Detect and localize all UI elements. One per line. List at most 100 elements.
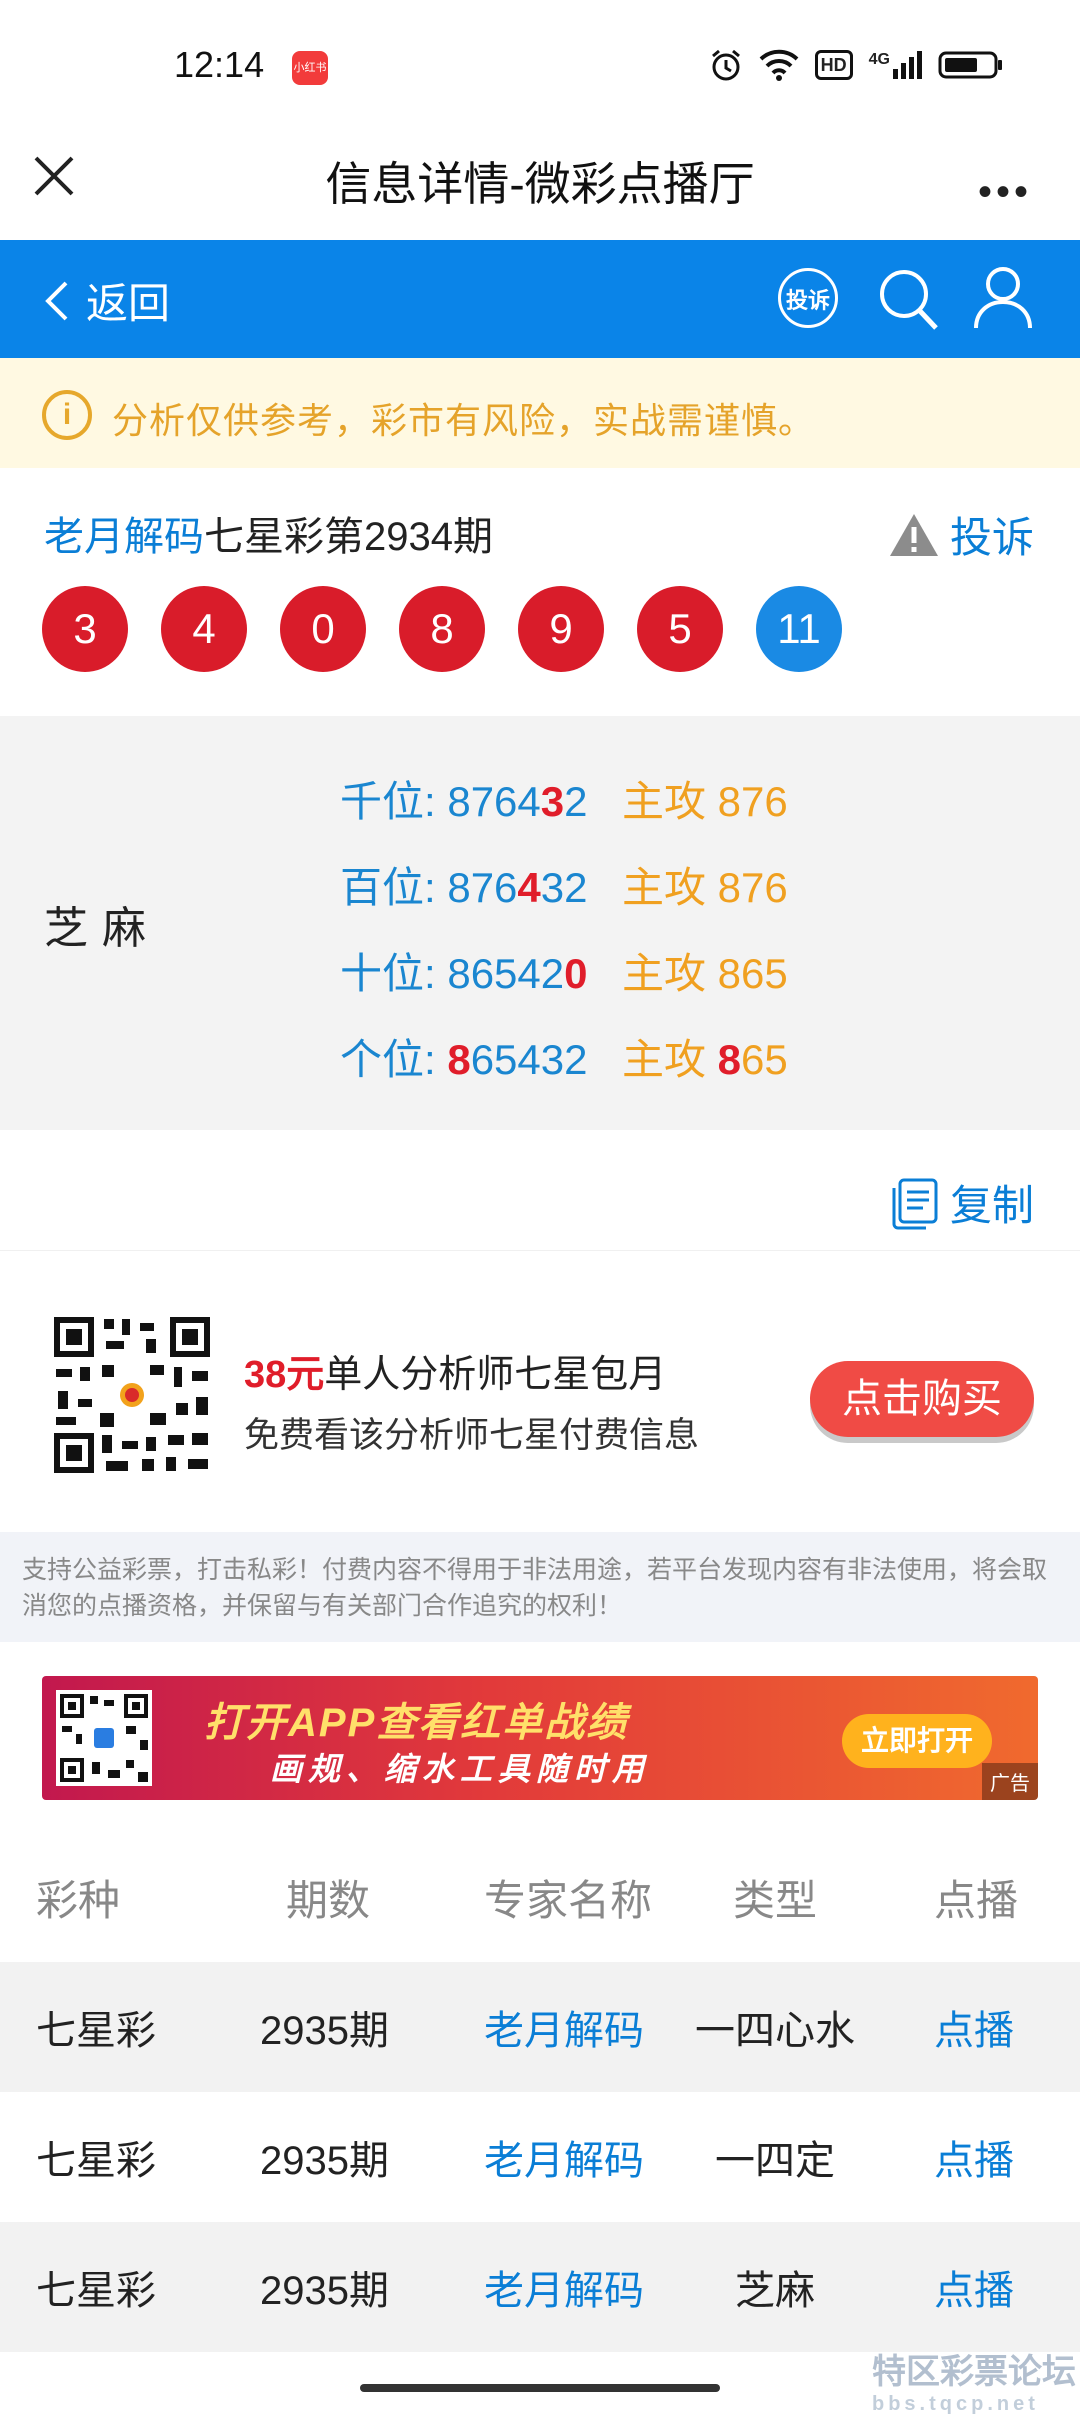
notice-text: 分析仅供参考，彩市有风险，实战需谨慎。 [112,400,816,441]
digit-candidates: 8764 [447,778,541,825]
col-play: 点播 [934,1876,1019,1924]
page-title: 信息详情-微彩点播厅 [325,158,755,210]
watermark-title: 特区彩票论坛 [872,2353,1076,2391]
main-attack: 主攻 876 [622,854,788,915]
play-link[interactable]: 点播 [934,1998,1014,2056]
digit-hit: 8 [447,1036,471,1083]
system-icons: HD 4G [709,48,1004,82]
disclaimer: 支持公益彩票，打击私彩！付费内容不得用于非法用途，若平台发现内容有非法使用，将会… [0,1532,1080,1642]
digit-candidates-rest: 32 [540,864,588,911]
complain-label: 投诉 [949,514,1034,561]
cell-expert-link[interactable]: 老月解码 [484,2128,644,2186]
number-ball: 0 [280,586,366,672]
number-ball: 9 [518,586,604,672]
draw-result: 老月解码七星彩第2934期 投诉 3 4 0 8 9 5 11 [0,470,1080,716]
user-icon[interactable] [972,264,1034,330]
cell-period: 2935期 [260,2269,389,2313]
alarm-icon [711,49,740,81]
number-ball: 4 [161,586,247,672]
main-attack: 主攻 865 [622,1026,788,1087]
cell-lottery: 七星彩 [36,2269,156,2313]
back-label: 返回 [86,280,171,327]
signal-icon: 4G [869,51,922,79]
digit-label: 个位: [340,1036,448,1083]
special-number-ball: 11 [756,586,842,672]
cell-type: 一四心水 [695,2009,855,2053]
play-link[interactable]: 点播 [934,2128,1014,2186]
table-header: 彩种 期数 专家名称 类型 点播 [0,1832,1080,1962]
table-row: 七星彩 2935期 老月解码 一四心水 点播 [0,1962,1080,2092]
banner-headline: 打开APP查看红单战绩 [204,1701,629,1745]
digit-hit: 4 [517,864,541,911]
cell-period: 2935期 [260,2009,389,2053]
buy-button[interactable]: 点击购买 [810,1361,1034,1437]
col-expert: 专家名称 [484,1876,653,1924]
main-attack: 主攻 865 [622,940,788,1001]
main-attack-value: 65 [741,1036,788,1083]
main-attack-value: 876 [717,778,788,825]
promo-subtitle: 免费看该分析师七星付费信息 [244,1416,700,1455]
complain-link[interactable]: 投诉 [888,504,1034,565]
cell-expert-link[interactable]: 老月解码 [484,1998,644,2056]
number-ball: 8 [399,586,485,672]
digit-candidates: 86542 [447,950,565,997]
cell-expert-link[interactable]: 老月解码 [484,2258,644,2316]
back-button[interactable]: 返回 [44,270,170,331]
search-icon[interactable] [876,266,940,332]
digit-label: 百位: [340,864,448,911]
digit-hit: 3 [540,778,565,825]
main-attack-value: 876 [717,864,788,911]
digit-label: 千位: [340,778,448,825]
info-icon: i [42,390,92,440]
result-heading: 老月解码七星彩第2934期 [44,504,493,562]
digit-label: 十位: [340,950,448,997]
promo-price: 38元 [244,1354,325,1396]
digit-candidates: 876 [447,864,518,911]
analysis-row: 个位: 865432 主攻 865 [340,1026,788,1087]
title-bar: 信息详情-微彩点播厅 ••• [0,130,1080,240]
ad-label: 广告 [982,1763,1038,1800]
cell-period: 2935期 [260,2139,389,2183]
open-app-button[interactable]: 立即打开 [842,1714,992,1768]
copy-bar: 复制 [0,1130,1080,1250]
risk-notice: i 分析仅供参考，彩市有风险，实战需谨慎。 [0,358,1080,468]
main-attack-label: 主攻 [622,1036,718,1083]
home-indicator[interactable] [360,2384,720,2392]
warning-icon [889,513,938,556]
analysis-category: 芝麻 [44,904,160,953]
main-attack: 主攻 876 [622,768,788,829]
app-ad-banner[interactable]: 打开APP查看红单战绩 画规、缩水工具随时用 立即打开 广告 [42,1676,1038,1800]
complain-button[interactable]: 投诉 [778,268,838,328]
col-type: 类型 [732,1876,817,1924]
cell-type: 芝麻 [735,2269,815,2313]
digit-hit: 0 [564,950,588,997]
related-table: 彩种 期数 专家名称 类型 点播 七星彩 2935期 老月解码 一四心水 点播 … [0,1832,1080,2352]
battery-icon [938,51,1002,79]
col-period: 期数 [286,1876,371,1924]
status-time: 12:14 [174,44,265,85]
promo-title: 38元单人分析师七星包月 [244,1343,666,1398]
main-attack-value: 865 [717,950,788,997]
copy-label: 复制 [949,1182,1034,1229]
play-link[interactable]: 点播 [934,2258,1014,2316]
analysis-row: 千位: 876432 主攻 876 [340,768,788,829]
digit-candidates-rest: 65432 [470,1036,588,1083]
number-balls: 3 4 0 8 9 5 11 [42,586,842,672]
copy-button[interactable]: 复制 [888,1172,1034,1233]
cell-type: 一四定 [715,2139,835,2183]
hd-icon: HD [814,50,853,80]
analysis-row: 十位: 865420 主攻 865 [340,940,788,1001]
table-row: 七星彩 2935期 老月解码 一四定 点播 [0,2092,1080,2222]
nav-bar: 返回 投诉 [0,240,1080,358]
chevron-left-icon [45,281,68,320]
number-ball: 5 [637,586,723,672]
main-attack-label: 主攻 [622,950,718,997]
table-row: 七星彩 2935期 老月解码 芝麻 点播 [0,2222,1080,2352]
banner-qr-code [56,1690,152,1786]
col-lottery: 彩种 [36,1876,121,1924]
watermark-subtitle: bbs.tqcp.net [872,2393,1039,2415]
author-name[interactable]: 老月解码 [44,515,204,559]
digit-candidates-rest: 2 [564,778,588,825]
copy-icon [892,1178,938,1229]
more-menu-icon[interactable]: ••• [978,170,1032,215]
